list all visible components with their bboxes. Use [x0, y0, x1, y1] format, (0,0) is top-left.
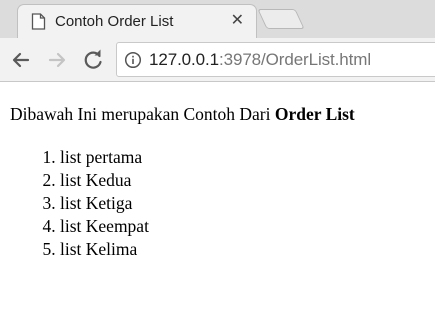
- info-icon[interactable]: [124, 51, 142, 69]
- browser-tab[interactable]: Contoh Order List ✕: [17, 4, 257, 38]
- list-item: list Keempat: [60, 215, 149, 238]
- forward-arrow-icon[interactable]: [44, 47, 70, 73]
- intro-text: Dibawah Ini merupakan Contoh Dari: [10, 104, 275, 124]
- page-icon: [31, 13, 46, 30]
- address-bar[interactable]: 127.0.0.1:3978/OrderList.html: [116, 42, 435, 77]
- list-item: list pertama: [60, 146, 149, 169]
- back-arrow-icon[interactable]: [8, 47, 34, 73]
- browser-toolbar: 127.0.0.1:3978/OrderList.html: [0, 38, 435, 82]
- page-content: Dibawah Ini merupakan Contoh Dari Order …: [0, 82, 435, 309]
- list-item: list Kelima: [60, 238, 149, 261]
- tab-strip: Contoh Order List ✕: [0, 0, 435, 38]
- ordered-list: list pertama list Kedua list Ketiga list…: [20, 146, 149, 261]
- intro-paragraph: Dibawah Ini merupakan Contoh Dari Order …: [10, 104, 355, 125]
- url-path: :3978/OrderList.html: [219, 50, 372, 69]
- close-tab-icon[interactable]: ✕: [231, 12, 244, 30]
- new-tab-icon[interactable]: [257, 9, 305, 29]
- url-host: 127.0.0.1: [149, 50, 219, 69]
- list-item: list Ketiga: [60, 192, 149, 215]
- tab-title: Contoh Order List: [55, 13, 174, 30]
- list-item: list Kedua: [60, 169, 149, 192]
- intro-bold: Order List: [274, 104, 355, 124]
- url-text: 127.0.0.1:3978/OrderList.html: [149, 50, 371, 70]
- reload-icon[interactable]: [80, 47, 106, 73]
